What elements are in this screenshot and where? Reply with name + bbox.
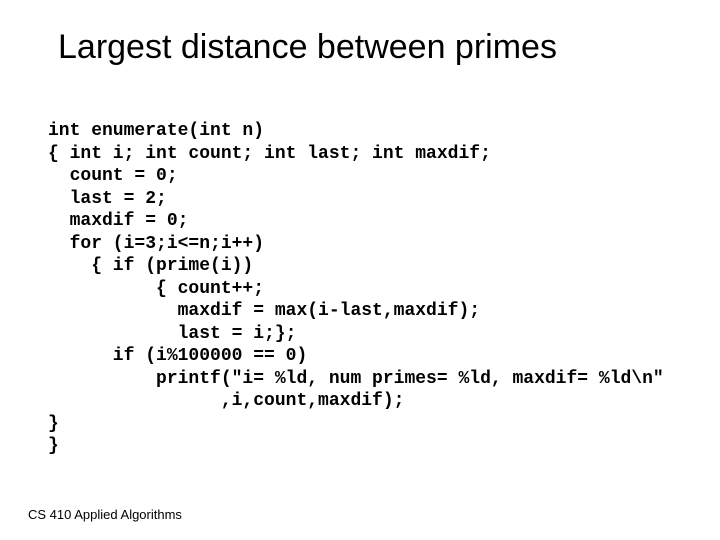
slide: Largest distance between primes int enum…: [0, 0, 720, 540]
code-block: int enumerate(int n) { int i; int count;…: [48, 120, 664, 458]
footer-text: CS 410 Applied Algorithms: [28, 507, 182, 522]
slide-title: Largest distance between primes: [58, 28, 557, 67]
